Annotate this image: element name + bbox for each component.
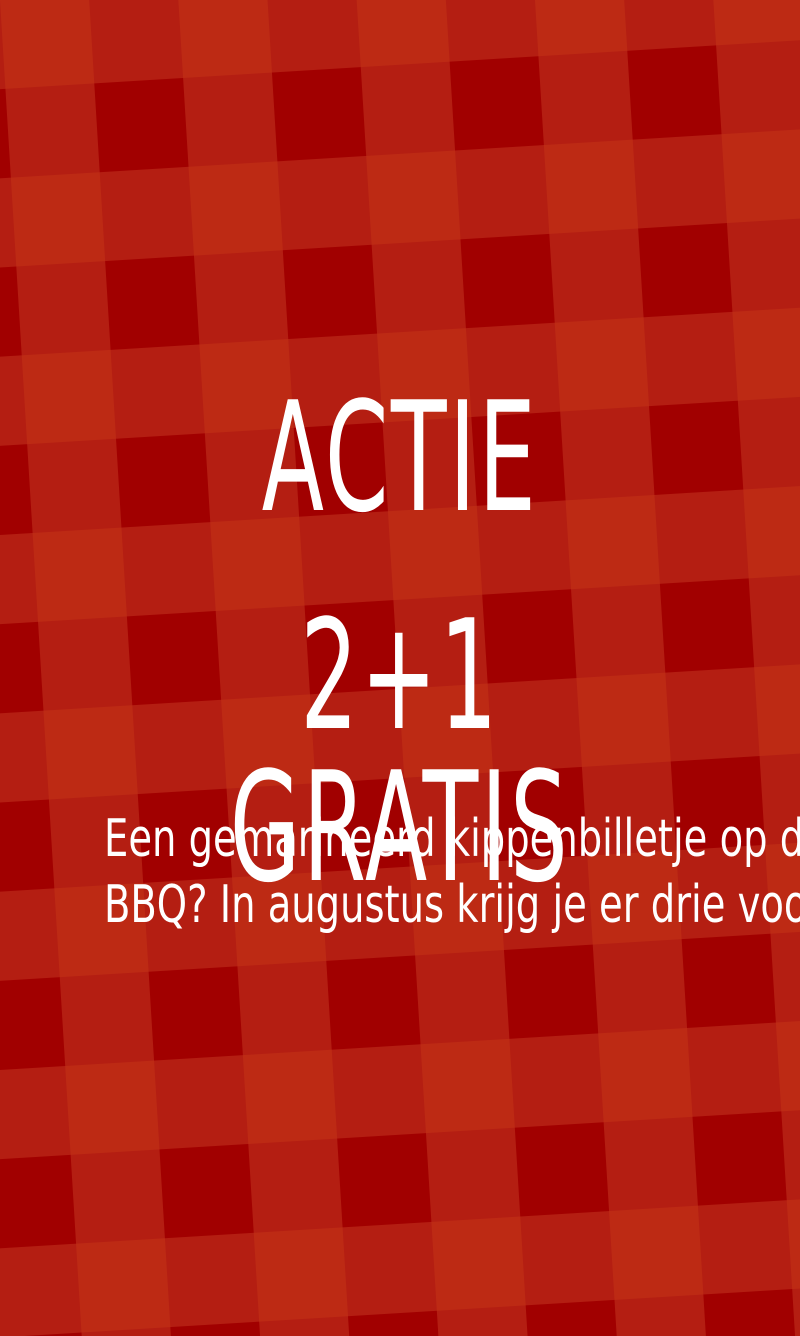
- headline-actie: ACTIE: [261, 369, 539, 546]
- promo-banner: ACTIE 2+1 GRATIS Een gemarineerd kippenb…: [0, 0, 800, 1336]
- promo-description-line-2: BBQ? In augustus krijg je er drie voor: [104, 875, 800, 935]
- promo-description-line-1: Een gemarineerd kippenbilletje op de: [104, 809, 800, 869]
- promo-description: Een gemarineerd kippenbilletje op de BBQ…: [0, 806, 800, 938]
